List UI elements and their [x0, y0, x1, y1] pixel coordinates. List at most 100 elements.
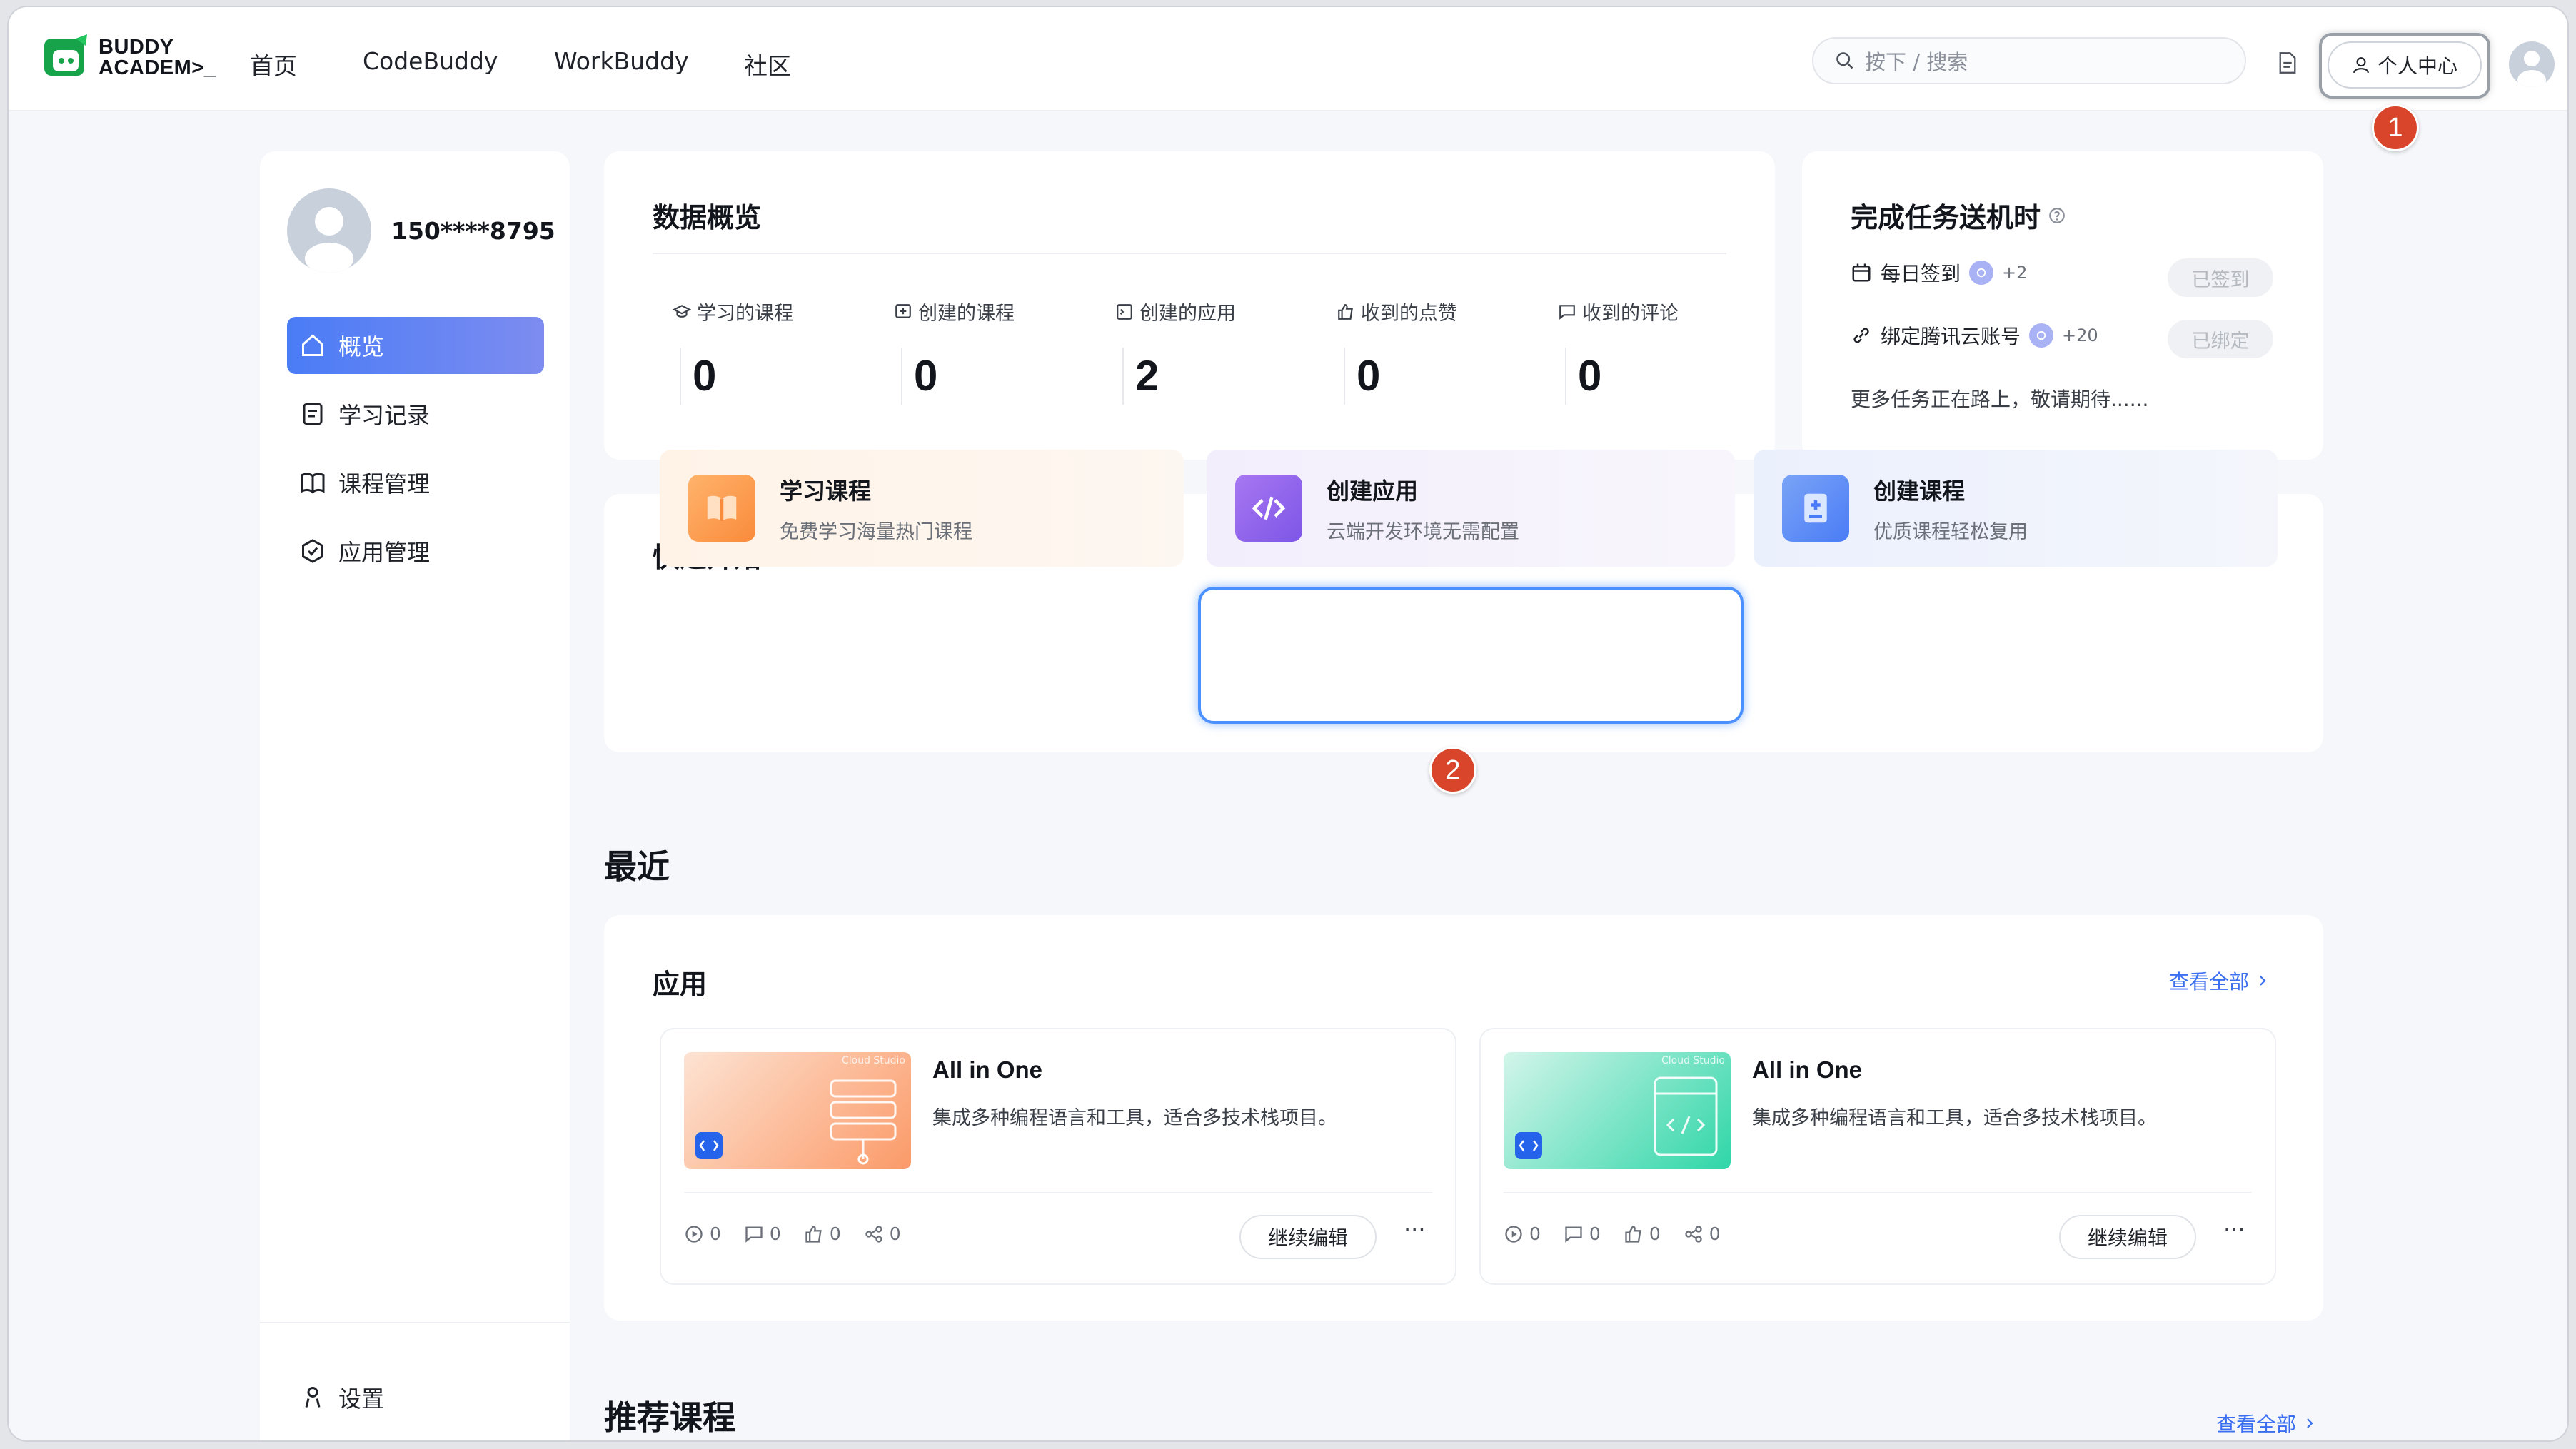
stat-created-courses: 创建的课程 0 — [894, 298, 1015, 405]
quick-start-create-app[interactable]: 创建应用 云端开发环境无需配置 — [1207, 450, 1735, 567]
stat-value: 0 — [1344, 348, 1380, 405]
course-create-icon — [895, 303, 911, 318]
sidebar-item-course-management[interactable]: 课程管理 — [287, 454, 544, 511]
link-icon — [1853, 328, 1869, 343]
nav-link-codebuddy[interactable]: CodeBuddy — [363, 47, 498, 75]
avatar-icon — [2517, 51, 2546, 87]
stat-label: 收到的评论 — [1558, 298, 1679, 325]
view-all-label: 查看全部 — [2168, 970, 2249, 994]
avatar[interactable] — [2509, 41, 2555, 87]
help-icon[interactable] — [2048, 206, 2066, 225]
stat-value: 0 — [680, 348, 716, 405]
app-name: All in One — [1752, 1056, 1863, 1083]
stat-value: 0 — [1565, 348, 1601, 405]
app-card[interactable]: Cloud Studio All in One 集成多种编程语言和工具，适合多技… — [1479, 1028, 2276, 1285]
checkin-status-button[interactable]: 已签到 — [2168, 258, 2273, 297]
stat-likes-received: 收到的点赞 0 — [1337, 298, 1457, 405]
app-description: 集成多种编程语言和工具，适合多技术栈项目。 — [1752, 1107, 2157, 1129]
step-badge-1: 1 — [2372, 104, 2419, 151]
app-thumbnail: Cloud Studio — [684, 1052, 911, 1169]
continue-edit-button[interactable]: 继续编辑 — [2059, 1215, 2196, 1259]
nav-link-home[interactable]: 首页 — [250, 47, 297, 81]
thumbs-up-icon — [805, 1225, 822, 1243]
stat-label: 创建的课程 — [894, 298, 1015, 325]
logo-line-1: BUDDY — [99, 36, 174, 59]
view-all-courses-link[interactable]: 查看全部 — [2216, 1409, 2316, 1438]
play-icon — [1505, 1225, 1522, 1243]
stat-learned-courses: 学习的课程 0 — [673, 298, 793, 405]
sidebar-item-app-management[interactable]: 应用管理 — [287, 522, 544, 580]
stat-created-apps: 创建的应用 2 — [1115, 298, 1236, 405]
share-icon — [865, 1225, 882, 1243]
code-window-illustration-icon — [1515, 1076, 1718, 1159]
coin-icon — [1969, 261, 1994, 285]
tile-title: 创建课程 — [1873, 477, 1966, 505]
sidebar-item-label: 课程管理 — [338, 470, 431, 498]
likes-count: 0 — [1649, 1223, 1661, 1244]
stat-value: 2 — [1122, 348, 1159, 405]
avatar-icon — [305, 207, 353, 273]
sidebar-item-overview[interactable]: 概览 — [287, 317, 544, 374]
comments-metric: 0 — [1564, 1223, 1601, 1244]
course-plus-icon — [1782, 475, 1849, 542]
more-options-icon[interactable]: ··· — [2223, 1216, 2245, 1243]
view-all-apps-link[interactable]: 查看全部 — [2169, 966, 2269, 995]
sidebar-item-label: 概览 — [338, 333, 385, 360]
stat-label: 收到的点赞 — [1337, 298, 1457, 325]
tile-subtitle: 免费学习海量热门课程 — [780, 520, 972, 543]
logo[interactable]: BUDDY ACADEM>_ — [41, 33, 216, 83]
share-icon — [1685, 1225, 1702, 1243]
logo-line-2: ACADEM>_ — [99, 56, 216, 79]
continue-edit-button[interactable]: 继续编辑 — [1239, 1215, 1377, 1259]
profile: 150****8795 — [287, 188, 555, 273]
sidebar-item-learning-records[interactable]: 学习记录 — [287, 385, 544, 443]
stat-comments-received: 收到的评论 0 — [1558, 298, 1679, 405]
shares-metric: 0 — [1684, 1223, 1721, 1244]
shares-metric: 0 — [864, 1223, 901, 1244]
nav-link-workbuddy[interactable]: WorkBuddy — [554, 47, 689, 75]
app-thumbnail: Cloud Studio — [1504, 1052, 1731, 1169]
stat-label: 学习的课程 — [673, 298, 793, 325]
sidebar-divider — [260, 1322, 570, 1323]
document-icon[interactable] — [2278, 51, 2298, 74]
app-description: 集成多种编程语言和工具，适合多技术栈项目。 — [932, 1107, 1337, 1129]
task-points: +20 — [2062, 325, 2098, 345]
chevron-right-icon — [2307, 1418, 2313, 1428]
quick-start-create-course[interactable]: 创建课程 优质课程轻松复用 — [1754, 450, 2278, 567]
profile-avatar[interactable] — [287, 188, 371, 273]
terminal-icon — [1117, 303, 1132, 320]
open-book-icon — [688, 475, 755, 542]
user-center-label: 个人中心 — [2377, 54, 2457, 78]
sidebar-item-settings[interactable]: 设置 — [287, 1369, 544, 1426]
calendar-icon — [1852, 263, 1871, 282]
stat-label-text: 创建的应用 — [1139, 303, 1236, 325]
tasks-card: 完成任务送机时 每日签到 +2 已签到 绑定腾讯云账号 +20 已绑定 更多任务… — [1802, 151, 2323, 460]
tile-title: 学习课程 — [780, 477, 872, 505]
data-overview-card: 数据概览 学习的课程 0 创建的课程 0 创建的应用 2 收到的点赞 0 收到的… — [604, 151, 1775, 460]
stat-label-text: 收到的点赞 — [1361, 303, 1457, 325]
top-navigation-bar: BUDDY ACADEM>_ 首页 CodeBuddy WorkBuddy 社区… — [9, 7, 2567, 111]
quick-start-learn-course[interactable]: 学习课程 免费学习海量热门课程 — [660, 450, 1184, 567]
search-input[interactable]: 按下 / 搜索 — [1812, 37, 2246, 84]
task-label: 每日签到 — [1881, 262, 1961, 286]
comment-icon — [745, 1226, 763, 1243]
coin-icon — [2029, 323, 2054, 348]
more-options-icon[interactable]: ··· — [1404, 1216, 1426, 1243]
tile-title: 创建应用 — [1327, 477, 1419, 505]
stat-label-text: 收到的评论 — [1582, 303, 1679, 325]
stat-value: 0 — [901, 348, 937, 405]
task-label: 绑定腾讯云账号 — [1881, 325, 2021, 348]
user-center-button[interactable]: 个人中心 — [2328, 41, 2482, 89]
comment-icon — [1559, 304, 1575, 320]
comments-count: 0 — [1589, 1223, 1601, 1244]
bind-status-button[interactable]: 已绑定 — [2168, 320, 2273, 358]
app-metrics: 0 0 0 0 — [1504, 1223, 1721, 1244]
overview-divider — [653, 253, 1726, 254]
app-card[interactable]: Cloud Studio All in One 集成多种编程语言和工具，适合多技… — [660, 1028, 1456, 1285]
shares-count: 0 — [1709, 1223, 1721, 1244]
thumbnail-watermark: Cloud Studio — [1661, 1055, 1725, 1066]
task-bind-tencent-cloud: 绑定腾讯云账号 +20 — [1851, 321, 2098, 350]
buddy-logo-icon — [44, 34, 87, 76]
nav-link-community[interactable]: 社区 — [744, 47, 791, 81]
app-card-divider — [1504, 1192, 2252, 1193]
